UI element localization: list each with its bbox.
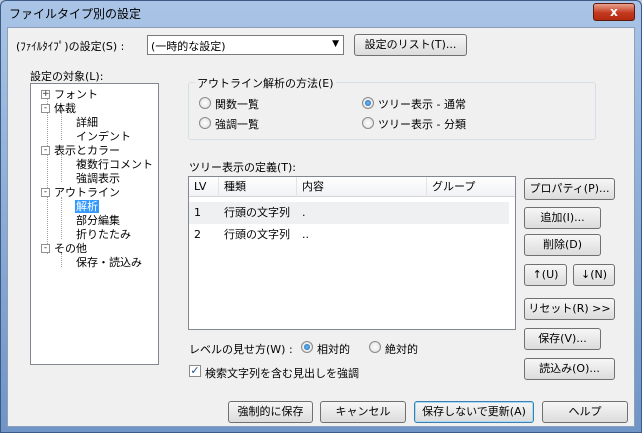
properties-button[interactable]: プロパティ(P)... <box>524 178 615 200</box>
cancel-button[interactable]: キャンセル <box>320 401 406 423</box>
settings-list-button[interactable]: 設定のリスト(T)... <box>354 34 467 56</box>
radio-emphasis-list-label[interactable]: 強調一覧 <box>215 116 259 132</box>
tree-node-label: インデント <box>76 130 131 143</box>
column-header-group[interactable]: グループ <box>427 177 515 197</box>
cell-content: .. <box>302 228 309 241</box>
tree-node-label: 詳細 <box>76 116 98 129</box>
window-title: ファイルタイプ別の設定 <box>9 7 142 21</box>
tree-connector <box>61 112 62 140</box>
tree-node-label: 強調表示 <box>76 172 120 185</box>
tree-node-label: フォント <box>54 88 98 101</box>
table-row[interactable]: 2 行頭の文字列 .. <box>189 224 509 246</box>
radio-relative[interactable] <box>301 341 313 353</box>
radio-absolute[interactable] <box>369 341 381 353</box>
title-bar[interactable]: ファイルタイプ別の設定 x <box>1 1 641 25</box>
delete-button[interactable]: 削除(D) <box>524 234 601 256</box>
level-view-label: レベルの見せ方(W) : <box>189 343 293 356</box>
tree-node-detail[interactable]: 詳細 <box>76 116 98 129</box>
radio-absolute-label[interactable]: 絶対的 <box>385 341 418 357</box>
list-header: LV 種類 内容 グループ <box>189 177 515 197</box>
tree-node-folding[interactable]: 折りたたみ <box>76 228 131 241</box>
radio-function-list-label[interactable]: 関数一覧 <box>215 96 259 112</box>
tree-node-partial-edit[interactable]: 部分編集 <box>76 214 120 227</box>
tree-node-save-load[interactable]: 保存・読込み <box>76 256 142 269</box>
save-button[interactable]: 保存(V)... <box>524 328 601 350</box>
cell-type: 行頭の文字列 <box>224 228 290 241</box>
column-header-lv[interactable]: LV <box>189 177 219 197</box>
tree-connector <box>61 197 62 239</box>
cell-lv: 1 <box>194 206 201 219</box>
add-button[interactable]: 追加(I)... <box>524 207 601 229</box>
target-label: 設定の対象(L): <box>30 70 104 83</box>
close-icon: x <box>610 5 618 19</box>
minus-icon[interactable]: - <box>41 146 50 155</box>
cell-lv: 2 <box>194 228 201 241</box>
move-up-button[interactable]: ↑(U) <box>524 264 567 286</box>
highlight-checkbox-label[interactable]: 検索文字列を含む見出しを強調 <box>205 365 359 381</box>
column-header-content[interactable]: 内容 <box>297 177 427 197</box>
tree-node-label: 保存・読込み <box>76 256 142 269</box>
radio-tree-category[interactable] <box>362 117 374 129</box>
force-save-button[interactable]: 強制的に保存 <box>228 401 313 423</box>
settings-dialog: ファイルタイプ別の設定 x (ﾌｧｲﾙﾀｲﾌﾟ)の設定(S) : (一時的な設定… <box>0 0 642 433</box>
tree-node-label: 体裁 <box>54 102 76 115</box>
update-without-save-button[interactable]: 保存しないで更新(A) <box>414 401 534 423</box>
plus-icon[interactable]: + <box>41 90 50 99</box>
tree-node-label: その他 <box>54 242 87 255</box>
column-header-type[interactable]: 種類 <box>219 177 297 197</box>
tree-node-label: 折りたたみ <box>76 228 131 241</box>
tree-def-label: ツリー表示の定義(T): <box>189 161 297 174</box>
tree-node-label: 解析 <box>76 200 98 213</box>
tree-connector <box>61 154 62 182</box>
tree-node-indent[interactable]: インデント <box>76 130 131 143</box>
highlight-checkbox[interactable]: ✓ <box>189 365 201 377</box>
filetype-select[interactable]: (一時的な設定) ▼ <box>147 35 344 55</box>
tree-node-label: 部分編集 <box>76 214 120 227</box>
tree-node-label: アウトライン <box>54 186 120 199</box>
dialog-body: (ﾌｧｲﾙﾀｲﾌﾟ)の設定(S) : (一時的な設定) ▼ 設定のリスト(T).… <box>7 27 635 427</box>
filetype-label: (ﾌｧｲﾙﾀｲﾌﾟ)の設定(S) : <box>16 40 125 53</box>
close-button[interactable]: x <box>593 3 635 21</box>
outline-method-group: アウトライン解析の方法(E) 関数一覧 ツリー表示 - 通常 強調一覧 ツリー表… <box>188 75 596 140</box>
cell-group <box>427 202 432 224</box>
outline-method-title: アウトライン解析の方法(E) <box>195 75 336 91</box>
load-button[interactable]: 読込み(O)... <box>524 358 615 380</box>
tree-node-multiline-comment[interactable]: 複数行コメント <box>76 158 153 171</box>
radio-emphasis-list[interactable] <box>199 117 211 129</box>
radio-function-list[interactable] <box>199 97 211 109</box>
chevron-down-icon: ▼ <box>332 39 339 49</box>
tree-node-highlight[interactable]: 強調表示 <box>76 172 120 185</box>
radio-relative-label[interactable]: 相対的 <box>317 341 350 357</box>
filetype-selected-value: (一時的な設定) <box>151 40 226 53</box>
minus-icon[interactable]: - <box>41 188 50 197</box>
cell-type: 行頭の文字列 <box>224 206 290 219</box>
radio-tree-normal-label[interactable]: ツリー表示 - 通常 <box>378 96 466 112</box>
tree-node-label: 複数行コメント <box>76 158 153 171</box>
tree-connector <box>61 253 62 267</box>
radio-tree-category-label[interactable]: ツリー表示 - 分類 <box>378 116 466 132</box>
table-row[interactable]: 1 行頭の文字列 . <box>189 202 509 224</box>
settings-target-tree[interactable]: + フォント - 体裁 詳細 インデント - 表示とカラー 複数行コメント 強調… <box>30 83 159 365</box>
cell-group <box>427 224 432 246</box>
cell-content: . <box>302 206 306 219</box>
reset-button[interactable]: リセット(R) >> <box>524 298 615 320</box>
tree-connector <box>47 94 48 254</box>
minus-icon[interactable]: - <box>41 104 50 113</box>
radio-tree-normal[interactable] <box>362 97 374 109</box>
tree-def-list[interactable]: LV 種類 内容 グループ 1 行頭の文字列 . 2 行頭の文字列 .. <box>188 176 516 330</box>
help-button[interactable]: ヘルプ <box>542 401 628 423</box>
tree-node-label: 表示とカラー <box>54 144 120 157</box>
minus-icon[interactable]: - <box>41 244 50 253</box>
tree-node-analysis[interactable]: 解析 <box>75 200 99 213</box>
move-down-button[interactable]: ↓(N) <box>573 264 615 286</box>
